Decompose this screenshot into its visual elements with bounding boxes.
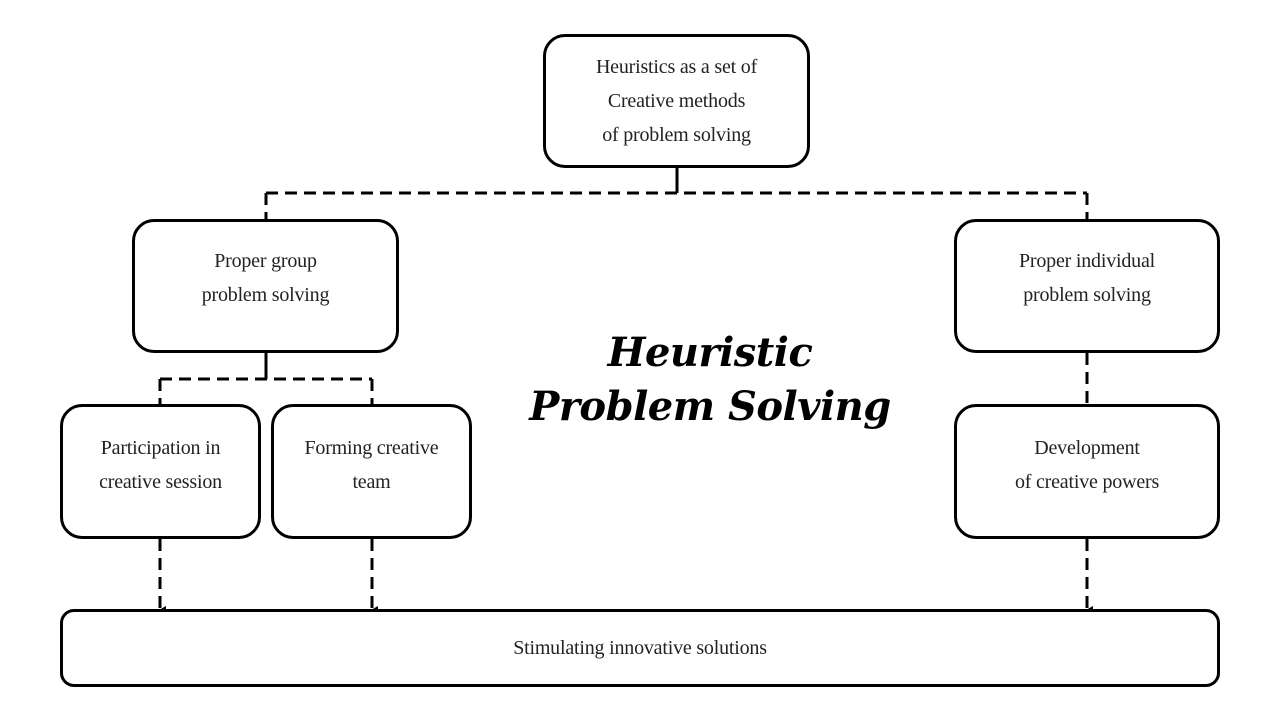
diagram-title: Heuristic Problem Solving xyxy=(529,329,891,430)
node-label: Forming creative team xyxy=(304,436,439,493)
node-label: Proper group problem solving xyxy=(201,250,330,306)
node-label: Development of creative powers xyxy=(1014,436,1160,493)
node-group-problem-solving: Proper group problem solving xyxy=(132,219,399,353)
node-stimulating-innovative-solutions: Stimulating innovative solutions xyxy=(60,609,1220,687)
node-label: Participation in creative session xyxy=(99,436,222,493)
node-label: Proper individual problem solving xyxy=(1018,250,1156,306)
node-label: Heuristics as a set of Creative methods … xyxy=(595,56,758,146)
node-individual-problem-solving: Proper individual problem solving xyxy=(954,219,1220,353)
node-label: Stimulating innovative solutions xyxy=(513,637,767,659)
node-forming-creative-team: Forming creative team xyxy=(271,404,472,539)
node-heuristics-root: Heuristics as a set of Creative methods … xyxy=(543,34,810,168)
node-participation-creative-session: Participation in creative session xyxy=(60,404,261,539)
node-development-creative-powers: Development of creative powers xyxy=(954,404,1220,539)
